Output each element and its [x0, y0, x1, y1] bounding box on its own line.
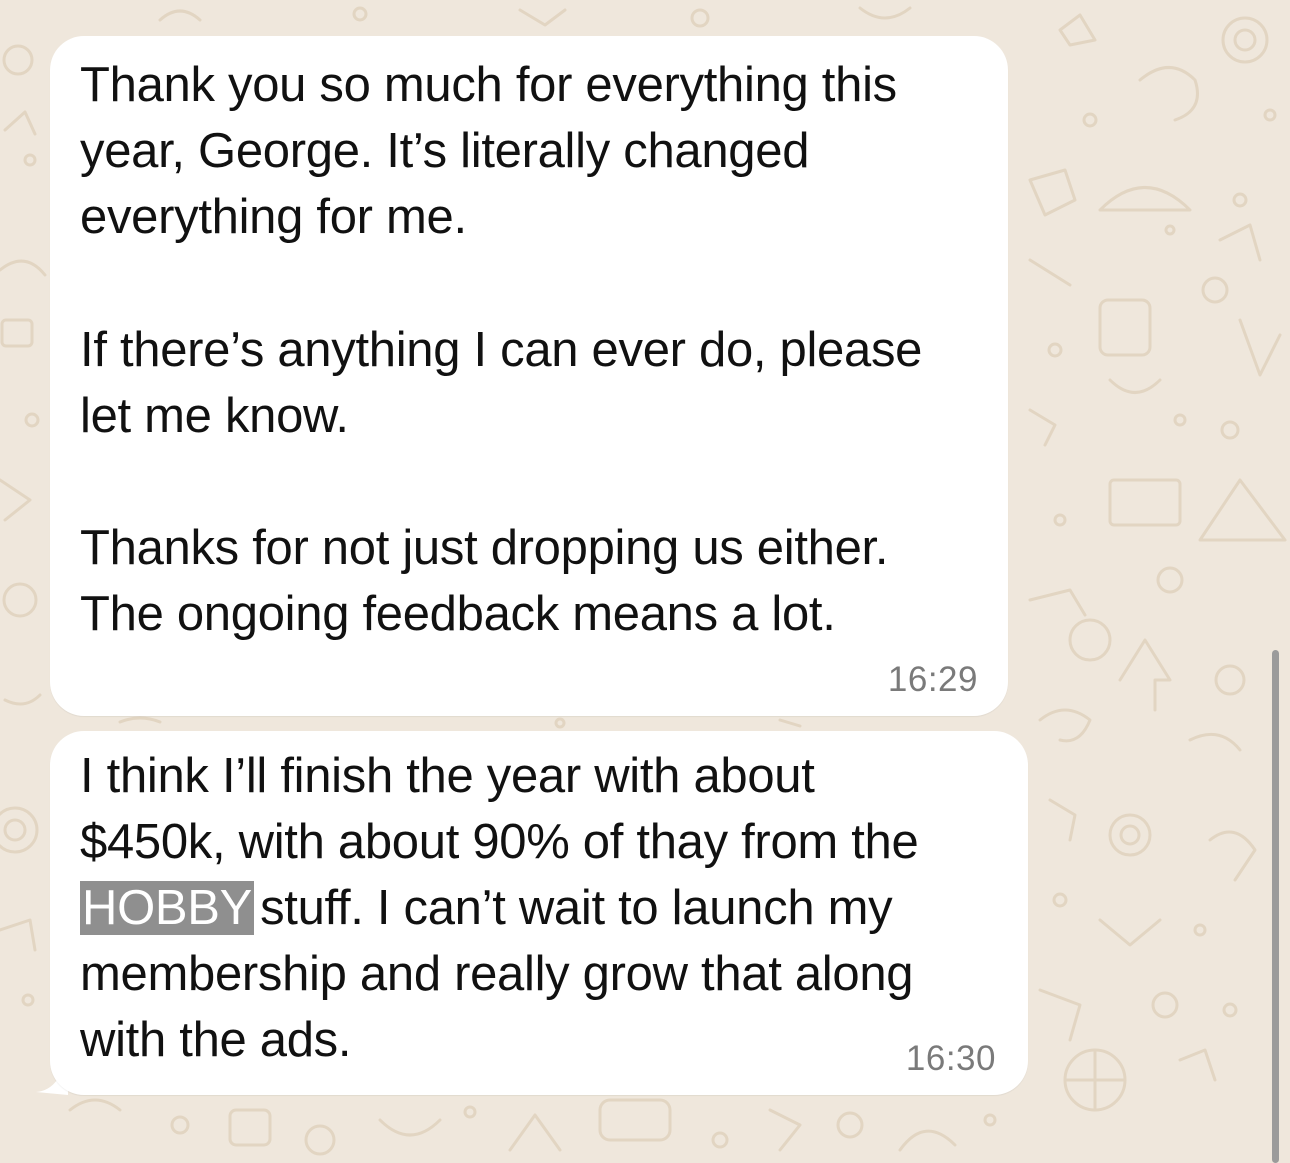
message-timestamp: 16:29: [887, 660, 978, 699]
message-paragraph: Thank you so much for everything this yea…: [80, 58, 897, 244]
message-timestamp: 16:30: [905, 1039, 996, 1078]
message-paragraph: If there’s anything I can ever do, pleas…: [80, 323, 923, 443]
redacted-highlight: HOBBY: [80, 881, 255, 935]
message-bubble-incoming[interactable]: Thank you so much for everything this yea…: [50, 36, 1008, 716]
message-bubble-incoming[interactable]: I think I’ll finish the year with about $…: [50, 731, 1028, 1095]
message-paragraph: I think I’ll finish the year with about $…: [80, 749, 919, 1067]
message-paragraph: Thanks for not just dropping us either. T…: [80, 521, 889, 641]
scrollbar[interactable]: [1272, 650, 1279, 1163]
